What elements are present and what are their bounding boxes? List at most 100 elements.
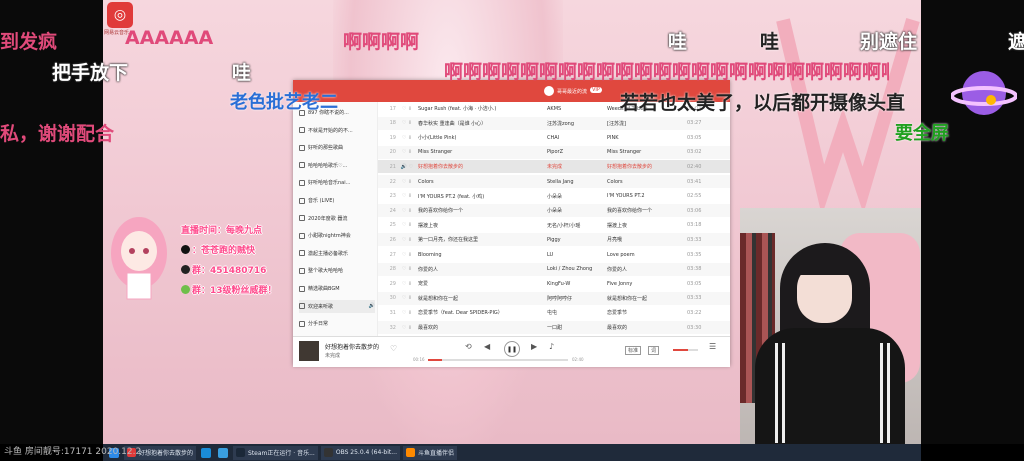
playlist-item[interactable]: 2020年度歌 器流: [299, 212, 375, 225]
taskbar-app-button[interactable]: 斗鱼直播伴侣: [402, 445, 457, 460]
next-icon[interactable]: ▶: [531, 342, 537, 351]
quality-button[interactable]: 标准: [625, 346, 642, 355]
taskbar-app-label: Steam正在运行 · 音乐...: [248, 450, 315, 457]
anime-girl-sticker: [111, 217, 167, 300]
song-row[interactable]: 19 ♡ ⬇ 小小(Little Pink) CHAI PINK 03:05: [378, 131, 730, 144]
song-artist: PiporZ: [547, 149, 564, 156]
song-row[interactable]: 29 ♡ ⬇ 宠爱 KingFu-W Five Jonny 03:05: [378, 277, 730, 290]
song-duration: 03:38: [687, 266, 702, 273]
playlist-label: 激起主播必备歌乐: [308, 250, 349, 257]
song-artist: Piggy: [547, 236, 561, 243]
playlist-label: 哈哈哈哈歌乐♡...: [308, 162, 348, 169]
song-row[interactable]: 28 ♡ ⬇ 你爱的人 Loki / Zhou Zhong 你爱的人 03:38: [378, 262, 730, 276]
streamer-bangs: [792, 250, 858, 275]
danmaku-comment: 要全屏: [895, 123, 949, 144]
song-row[interactable]: 31 ♡ ⬇ 恋爱季节（feat. Dear SPIDER-PIG） 屯屯 恋爱季节 03…: [378, 306, 730, 319]
song-row[interactable]: 22 ♡ ⬇ Colors Stella Jang Colors 03:41: [378, 175, 730, 188]
taskbar-app-button[interactable]: OBS 25.0.4 (64-bit...: [320, 445, 400, 460]
playlist-label: 不就是开始的的不...: [308, 127, 353, 134]
playlist-item[interactable]: 精选歌曲BGM: [299, 282, 375, 295]
song-number: 27: [389, 251, 396, 258]
song-duration: 03:33: [687, 236, 702, 243]
user-avatar[interactable]: [544, 86, 554, 96]
playlist-item[interactable]: 音乐 (LIVE): [299, 194, 375, 207]
playlist-label: 小甜歌nightm神会: [308, 233, 351, 240]
song-number: 21: [389, 163, 396, 170]
playlist-item[interactable]: 激起主播必备歌乐: [299, 247, 375, 260]
song-row[interactable]: 23 ♡ ⬇ I'M YOURS PT.2 (feat. 小鸡) 小朵朵 I'M YOU…: [378, 190, 730, 203]
taskbar-app-button[interactable]: Steam正在运行 · 音乐...: [233, 445, 318, 460]
song-album: [汪苏泷]: [607, 120, 626, 127]
song-number: 25: [389, 222, 396, 229]
song-row[interactable]: 30 ♡ ⬇ 就是想和你在一起 阿哼阿哼仔 就是想和你在一起 03:33: [378, 291, 730, 305]
playlist-label: 整个歌大哈哈哈: [308, 268, 344, 275]
song-duration: 03:05: [687, 280, 702, 287]
lyrics-toggle-icon[interactable]: ♪: [549, 342, 554, 351]
song-row[interactable]: 32 ♡ ⬇ 最喜欢的 一口甜 最喜欢的 03:30: [378, 321, 730, 334]
playlist-icon: [299, 215, 305, 222]
song-title: 宠爱: [418, 281, 429, 288]
album-cover[interactable]: [299, 341, 319, 361]
playlist-item[interactable]: 不就是开始的的不...: [299, 124, 375, 137]
song-album: 最喜欢的: [607, 325, 628, 331]
song-title: 小小(Little Pink): [418, 135, 457, 142]
playlist-item[interactable]: 小甜歌nightm神会: [299, 229, 375, 242]
playlist-item[interactable]: 整个歌大哈哈哈: [299, 264, 375, 277]
user-name[interactable]: 哥哥最近的流: [557, 88, 587, 95]
like-download-icons: ♡ ⬇: [401, 280, 413, 287]
song-duration: 02:55: [687, 193, 702, 200]
playlist-icon: [299, 197, 305, 204]
playlist-item[interactable]: 好听哈哈音乐nai...: [299, 176, 375, 189]
lyric-button[interactable]: 词: [648, 346, 660, 355]
now-playing-speaker-icon: 🔊: [368, 303, 375, 310]
app-icon: [201, 447, 212, 458]
playlist-icon: [299, 232, 305, 239]
like-download-icons: ♡ ⬇: [401, 309, 413, 316]
like-download-icons: ♡ ⬇: [401, 222, 413, 229]
like-download-icons: ♡ ⬇: [401, 105, 413, 112]
playlist-icon: [299, 144, 305, 151]
playlist-item[interactable]: 分手日常: [299, 317, 375, 330]
taskbar-app-button[interactable]: [216, 446, 230, 460]
playlist-item[interactable]: 好听的那些歌曲: [299, 141, 375, 154]
playlist-icon: [299, 127, 305, 134]
song-duration: 03:30: [687, 324, 702, 331]
danmaku-comment: 哇: [760, 31, 780, 53]
song-artist: 汪苏泷zong: [547, 120, 575, 127]
taskbar-app-button[interactable]: [199, 446, 213, 460]
pause-button[interactable]: ❚❚: [504, 341, 520, 357]
taskbar-app-label: 斗鱼直播伴侣: [417, 450, 454, 457]
progress-bar[interactable]: [428, 359, 568, 361]
song-row[interactable]: 20 ♡ ⬇ Miss Stranger PiporZ Miss Stranger 03:…: [378, 145, 730, 159]
song-row[interactable]: 27 ♡ ⬇ Blooming LU Love poem 03:35: [378, 248, 730, 261]
playlist-item[interactable]: 哈哈哈哈歌乐♡...: [299, 159, 375, 172]
song-title: 你爱的人: [418, 266, 439, 273]
song-row[interactable]: 24 ♡ ⬇ 我的喜欢你给你一个 小朵朵 我的喜欢你给你一个 03:06: [378, 204, 730, 218]
song-row[interactable]: 26 ♡ ⬇ 第一口月亮，你还在我这里 Piggy 月亮哦 03:33: [378, 233, 730, 247]
song-row[interactable]: 18 ♡ ⬇ 春华秋实 重逢曲（是谁 小心） 汪苏泷zong [汪苏泷] 03:27: [378, 116, 730, 130]
like-icon[interactable]: ♡: [390, 344, 397, 353]
song-album: 我的喜欢你给你一个: [607, 208, 653, 215]
playlist-label: 精选歌曲BGM: [308, 286, 340, 292]
previous-icon[interactable]: ◀: [484, 342, 490, 351]
song-row[interactable]: 25 ♡ ⬇ 摆渡上夜 无名/小杆/小瑶 摆渡上夜 03:18: [378, 219, 730, 232]
volume-slider[interactable]: [673, 349, 698, 351]
danmaku-comment: 老色批艺老二: [230, 92, 338, 113]
song-duration: 03:18: [687, 222, 702, 229]
song-title: Colors: [418, 178, 434, 185]
song-title: 恋爱季节（feat. Dear SPIDER-PIG）: [418, 310, 503, 317]
playlist-item[interactable]: 欢迎来听歌 🔊: [299, 299, 375, 313]
playlist-icon: [299, 250, 305, 257]
now-playing-artist[interactable]: 未完成: [325, 352, 340, 359]
repeat-icon[interactable]: ⟲: [465, 342, 472, 351]
danmaku-comment: 哇: [232, 62, 252, 84]
now-playing-title[interactable]: 好想抱着你去散步的: [325, 342, 379, 351]
playlist-queue-icon[interactable]: ☰: [709, 342, 716, 351]
like-download-icons: ♡ ⬇: [401, 134, 413, 141]
like-download-icons: ♡ ⬇: [401, 251, 413, 258]
song-duration: 03:02: [687, 149, 702, 156]
song-row[interactable]: 21 🔊 ♡ 好想抱着你去散步的 未完成 好想抱着你去散步的 02:40: [378, 160, 730, 174]
song-artist: CHAI: [547, 134, 560, 141]
app-icon: [323, 448, 333, 457]
playlist-icon: [299, 162, 305, 169]
